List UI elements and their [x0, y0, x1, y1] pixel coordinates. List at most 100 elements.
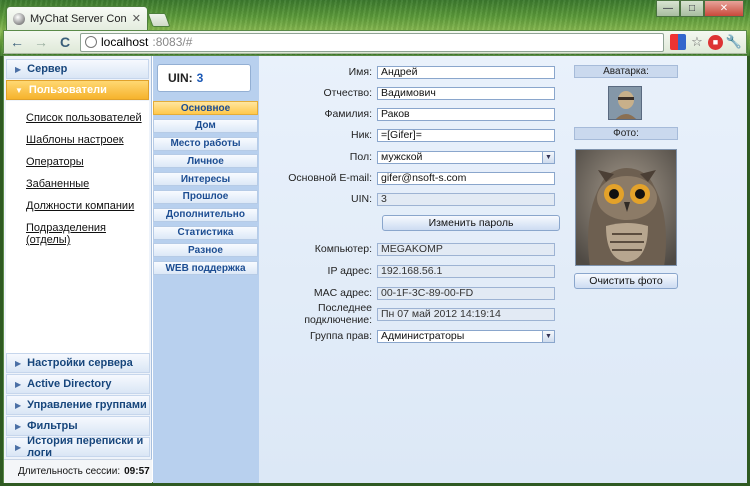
chevron-down-icon[interactable]: ▼ [542, 330, 554, 342]
tab-additional[interactable]: Дополнительно [153, 207, 258, 222]
chevron-right-icon: ▶ [15, 379, 22, 389]
sidebar-item-user-list[interactable]: Список пользователей [6, 107, 149, 129]
mac-label: MAC адрес: [313, 287, 372, 299]
sidebar-item-settings-templates[interactable]: Шаблоны настроек [6, 129, 149, 151]
first-name-field[interactable]: Андрей [377, 65, 555, 79]
chevron-right-icon: ▶ [15, 400, 22, 410]
avatar-caption: Аватарка: [574, 65, 678, 78]
tab-misc[interactable]: Разное [153, 243, 258, 258]
sidebar-item-banned[interactable]: Забаненные [6, 173, 149, 195]
nav-section-label: Фильтры [27, 420, 78, 432]
nav-section-active-directory[interactable]: ▶ Active Directory [6, 374, 150, 394]
app-area: ▶ Сервер ▼ Пользователи Список пользоват… [3, 55, 747, 483]
row-gender: Пол: мужской ▼ [259, 148, 555, 166]
maximize-button[interactable]: □ [680, 0, 704, 17]
last-login-field: Пн 07 май 2012 14:19:14 [377, 307, 555, 321]
window-close-button[interactable]: ✕ [704, 0, 744, 17]
sidebar-item-operators[interactable]: Операторы [6, 151, 149, 173]
tab-close-icon[interactable]: ✕ [132, 12, 141, 25]
group-select[interactable]: Администраторы ▼ [377, 329, 555, 343]
nick-label: Ник: [351, 129, 372, 141]
url-path: :8083/# [152, 35, 193, 49]
minimize-button[interactable]: — [656, 0, 680, 17]
nav-section-group-management[interactable]: ▶ Управление группами [6, 395, 150, 415]
change-password-button[interactable]: Изменить пароль [382, 215, 560, 231]
nav-section-server-settings[interactable]: ▶ Настройки сервера [6, 353, 150, 373]
owl-photo-icon [576, 150, 676, 265]
wrench-menu-icon[interactable]: 🔧 [726, 34, 742, 50]
extension-icon[interactable] [670, 34, 686, 50]
row-last-name: Фамилия: Раков [259, 105, 555, 123]
patronymic-label: Отчество: [323, 87, 372, 99]
browser-toolbar: ← → C localhost:8083/# ☆ ■ 🔧 [3, 30, 747, 54]
bookmark-star-icon[interactable]: ☆ [689, 34, 705, 50]
session-value: 09:57 [124, 466, 150, 477]
email-field[interactable]: gifer@nsoft-s.com [377, 171, 555, 185]
sidebar-item-departments[interactable]: Подразделения (отделы) [6, 217, 116, 251]
url-host: localhost [101, 35, 149, 49]
chevron-right-icon: ▶ [15, 64, 22, 74]
last-name-field[interactable]: Раков [377, 107, 555, 121]
row-ip: IP адрес: 192.168.56.1 [259, 262, 555, 280]
tab-web-support[interactable]: WEB поддержка [153, 261, 258, 276]
nav-section-filters[interactable]: ▶ Фильтры [6, 416, 150, 436]
computer-field: MEGAKOMP [377, 242, 555, 256]
left-navigation: ▶ Сервер ▼ Пользователи Список пользоват… [4, 56, 152, 483]
globe-icon [85, 36, 97, 48]
nav-section-label: Настройки сервера [27, 357, 133, 369]
mac-field: 00-1F-3C-89-00-FD [377, 286, 555, 300]
user-photo[interactable] [575, 149, 677, 266]
session-duration: Длительность сессии: 09:57 [4, 459, 152, 483]
tab-home[interactable]: Дом [153, 118, 258, 133]
bottom-nav-sections: ▶ Настройки сервера ▶ Active Directory ▶… [4, 352, 152, 459]
browser-tab[interactable]: MyChat Server Console ✕ [6, 6, 148, 30]
row-computer: Компьютер: MEGAKOMP [259, 240, 555, 258]
clear-photo-button[interactable]: Очистить фото [574, 273, 678, 289]
adblock-stop-icon[interactable]: ■ [708, 34, 723, 50]
tab-past[interactable]: Прошлое [153, 189, 258, 204]
nav-section-users[interactable]: ▼ Пользователи [6, 80, 149, 100]
first-name-label: Имя: [348, 66, 372, 78]
nav-section-server[interactable]: ▶ Сервер [6, 59, 149, 79]
row-uin: UIN: 3 [259, 190, 555, 208]
row-email: Основной E-mail: gifer@nsoft-s.com [259, 169, 555, 187]
last-login-label: Последнее подключение: [304, 302, 372, 326]
ip-label: IP адрес: [327, 265, 372, 277]
row-group: Группа прав: Администраторы ▼ [259, 327, 555, 345]
tab-work[interactable]: Место работы [153, 136, 258, 151]
toolbar-actions: ☆ ■ 🔧 [670, 34, 742, 50]
group-label: Группа прав: [309, 330, 372, 342]
uin-field-label: UIN: [351, 193, 372, 205]
tab-statistics[interactable]: Статистика [153, 225, 258, 240]
address-bar[interactable]: localhost:8083/# [80, 32, 664, 52]
reload-button[interactable]: C [56, 33, 74, 51]
session-label: Длительность сессии: [18, 466, 121, 477]
sidebar-item-positions[interactable]: Должности компании [6, 195, 149, 217]
patronymic-field[interactable]: Вадимович [377, 86, 555, 100]
back-button[interactable]: ← [8, 33, 26, 51]
tab-personal[interactable]: Личное [153, 154, 258, 169]
gender-value: мужской [381, 150, 423, 163]
uin-value: 3 [196, 71, 204, 85]
nav-section-label: Сервер [27, 63, 68, 75]
gender-label: Пол: [349, 151, 372, 163]
gender-select[interactable]: мужской ▼ [377, 150, 555, 164]
tab-interests[interactable]: Интересы [153, 172, 258, 187]
photo-caption: Фото: [574, 127, 678, 140]
row-first-name: Имя: Андрей [259, 63, 555, 81]
chevron-down-icon[interactable]: ▼ [542, 151, 554, 163]
users-submenu: Список пользователей Шаблоны настроек Оп… [6, 101, 149, 363]
profile-form-panel: Имя: Андрей Отчество: Вадимович Фамилия:… [259, 56, 747, 483]
tab-main[interactable]: Основное [153, 101, 258, 115]
profile-tab-column: UIN: 3 Основное Дом Место работы Личное … [153, 56, 259, 483]
forward-button[interactable]: → [32, 33, 50, 51]
tab-title: MyChat Server Console [30, 12, 127, 25]
nick-field[interactable]: =[Gifer]= [377, 128, 555, 142]
email-label: Основной E-mail: [288, 172, 372, 184]
avatar[interactable] [608, 86, 642, 120]
last-name-label: Фамилия: [324, 108, 372, 120]
nav-section-label: Пользователи [28, 84, 107, 96]
row-last-login: Последнее подключение: Пн 07 май 2012 14… [259, 302, 555, 326]
row-patronymic: Отчество: Вадимович [259, 84, 555, 102]
nav-section-history-logs[interactable]: ▶ История переписки и логи [6, 435, 150, 459]
